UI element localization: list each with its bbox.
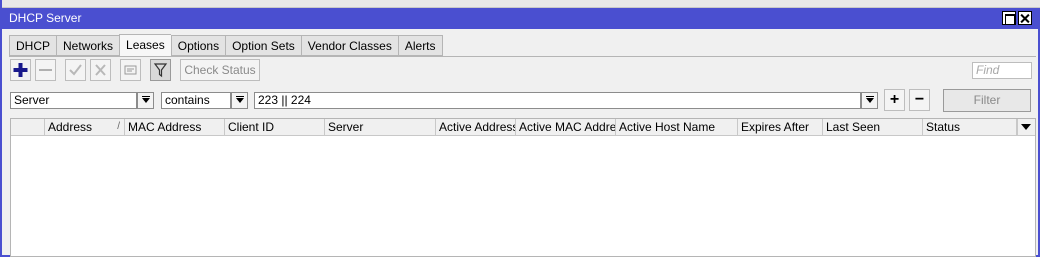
tab-dhcp[interactable]: DHCP <box>9 35 57 56</box>
tab-alerts[interactable]: Alerts <box>397 35 443 56</box>
tab-networks[interactable]: Networks <box>56 35 120 56</box>
window-title: DHCP Server <box>9 11 82 25</box>
tab-option-sets[interactable]: Option Sets <box>225 35 301 56</box>
find-input[interactable]: Find <box>972 62 1032 79</box>
comment-button[interactable] <box>120 59 141 81</box>
title-bar[interactable]: DHCP Server <box>2 8 1038 29</box>
filter-field-select[interactable]: Server <box>10 92 137 109</box>
filter-operator-select[interactable]: contains <box>161 92 231 109</box>
filter-value-dropdown-icon[interactable] <box>861 92 878 109</box>
column-header-expires-after[interactable]: Expires After <box>738 119 823 136</box>
close-icon[interactable] <box>1018 11 1032 25</box>
column-header-active-host-name[interactable]: Active Host Name <box>616 119 738 136</box>
toolbar: Check Status Find <box>10 59 1036 83</box>
filter-value-input[interactable]: 223 || 224 <box>254 92 861 109</box>
tab-vendor-classes[interactable]: Vendor Classes <box>300 35 398 56</box>
column-header-flags[interactable] <box>11 119 45 136</box>
comment-icon <box>124 65 137 75</box>
tab-bar: DHCP Networks Leases Options Option Sets… <box>9 34 443 56</box>
column-header-address[interactable]: Address / <box>45 119 125 136</box>
table-header: Address / MAC Address Client ID Server Ac… <box>11 119 1035 136</box>
column-header-mac-address[interactable]: MAC Address <box>125 119 225 136</box>
add-button[interactable] <box>10 59 31 81</box>
plus-icon <box>13 63 28 77</box>
dhcp-server-window: DHCP Server DHCP Networks Leases Options… <box>0 0 1040 257</box>
column-header-last-seen[interactable]: Last Seen <box>823 119 923 136</box>
add-filter-button[interactable]: + <box>884 89 905 111</box>
tab-options[interactable]: Options <box>170 35 226 56</box>
column-menu-dropdown-icon[interactable] <box>1017 119 1035 136</box>
disable-button[interactable] <box>90 59 111 81</box>
filter-field-dropdown-icon[interactable] <box>137 92 154 109</box>
remove-filter-button[interactable]: − <box>909 89 930 111</box>
check-status-button[interactable]: Check Status <box>180 59 260 81</box>
column-header-server[interactable]: Server <box>325 119 436 136</box>
column-header-active-address[interactable]: Active Address <box>436 119 516 136</box>
cross-icon <box>95 64 106 76</box>
leases-table: Address / MAC Address Client ID Server Ac… <box>10 118 1036 257</box>
column-header-address-label: Address <box>48 120 93 134</box>
filter-bar: Server contains 223 || 224 + − Filter <box>10 89 1036 113</box>
check-icon <box>69 64 82 76</box>
filter-icon <box>153 63 168 78</box>
top-strip <box>2 0 1040 8</box>
tab-leases[interactable]: Leases <box>119 34 171 56</box>
tab-divider <box>9 56 1036 57</box>
remove-button[interactable] <box>35 59 56 81</box>
filter-toggle-button[interactable] <box>150 59 171 81</box>
column-header-active-mac-address[interactable]: Active MAC Addre... <box>516 119 616 136</box>
filter-operator-dropdown-icon[interactable] <box>231 92 248 109</box>
maximize-icon[interactable] <box>1002 11 1016 25</box>
column-header-client-id[interactable]: Client ID <box>225 119 325 136</box>
minus-icon <box>39 69 52 71</box>
enable-button[interactable] <box>65 59 86 81</box>
sort-indicator-icon: / <box>117 121 120 132</box>
column-header-status[interactable]: Status <box>923 119 1017 136</box>
filter-button[interactable]: Filter <box>943 89 1031 112</box>
